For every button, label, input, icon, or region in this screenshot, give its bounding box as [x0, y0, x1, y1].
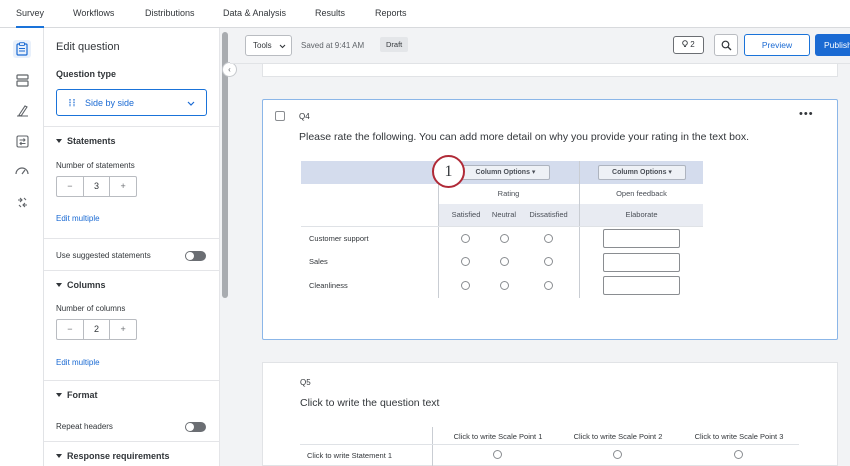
radio-sales-dissatisfied[interactable] — [544, 257, 553, 266]
question-type-value: Side by side — [85, 98, 135, 108]
statements-count[interactable]: 3 — [82, 177, 111, 196]
survey-icon[interactable] — [13, 40, 31, 58]
tools-dropdown[interactable]: Tools — [245, 35, 292, 56]
number-of-statements-label: Number of statements — [56, 161, 135, 170]
tab-reports[interactable]: Reports — [375, 0, 407, 28]
decrement-button[interactable]: − — [57, 177, 83, 196]
radio-statement-1-point-1[interactable] — [493, 450, 502, 459]
statements-stepper[interactable]: − 3 + — [56, 176, 137, 197]
response-requirements-heading[interactable]: Response requirements — [56, 451, 170, 461]
lightbulb-icon — [682, 40, 689, 47]
radio-cleanliness-satisfied[interactable] — [461, 281, 470, 290]
question-select-checkbox[interactable] — [275, 111, 285, 121]
statement-customer-support[interactable]: Customer support — [309, 234, 369, 243]
radio-cleanliness-dissatisfied[interactable] — [544, 281, 553, 290]
tab-workflows[interactable]: Workflows — [73, 0, 114, 28]
survey-flow-icon[interactable] — [13, 132, 31, 150]
edit-multiple-columns-link[interactable]: Edit multiple — [56, 358, 100, 367]
tab-distributions[interactable]: Distributions — [145, 0, 195, 28]
question-type-dropdown[interactable]: Side by side — [56, 89, 207, 116]
statement-cleanliness[interactable]: Cleanliness — [309, 281, 348, 290]
elaborate-input-customer-support[interactable] — [603, 229, 680, 248]
radio-statement-1-point-2[interactable] — [613, 450, 622, 459]
panel-title: Edit question — [56, 41, 120, 53]
choice-label-elaborate[interactable]: Elaborate — [580, 210, 703, 219]
repeat-headers-toggle[interactable] — [185, 422, 206, 432]
statement-sales[interactable]: Sales — [309, 257, 328, 266]
caret-down-icon — [56, 393, 62, 397]
repeat-headers-label: Repeat headers — [56, 422, 113, 431]
previous-question-card — [262, 64, 838, 77]
increment-button[interactable]: + — [110, 177, 136, 196]
caret-down-icon — [56, 454, 62, 458]
question-card-q5[interactable]: Q5 Click to write the question text Clic… — [262, 362, 838, 466]
save-status: Saved at 9:41 AM — [301, 41, 365, 50]
use-suggested-statements-label: Use suggested statements — [56, 251, 151, 260]
group-header-rating[interactable]: Rating — [438, 189, 579, 198]
radio-customer-support-neutral[interactable] — [500, 234, 509, 243]
use-suggested-toggle[interactable] — [185, 251, 206, 261]
question-id: Q4 — [299, 112, 310, 121]
scale-point-3[interactable]: Click to write Scale Point 3 — [679, 432, 799, 441]
radio-sales-satisfied[interactable] — [461, 257, 470, 266]
notifications-button[interactable]: 2 — [673, 36, 704, 54]
look-and-feel-icon[interactable] — [13, 101, 31, 119]
statements-heading[interactable]: Statements — [56, 136, 116, 146]
caret-down-icon — [56, 139, 62, 143]
chevron-down-icon — [279, 44, 286, 49]
scale-point-1[interactable]: Click to write Scale Point 1 — [438, 432, 558, 441]
decrement-button[interactable]: − — [57, 320, 83, 339]
column-options-button-2[interactable]: Column Options ▾ — [598, 165, 686, 180]
top-navigation: Survey Workflows Distributions Data & An… — [0, 0, 850, 28]
radio-cleanliness-neutral[interactable] — [500, 281, 509, 290]
editor-toolbar: Tools Saved at 9:41 AM Draft 2 Preview P… — [230, 28, 850, 64]
increment-button[interactable]: + — [110, 320, 136, 339]
tool-rail — [0, 28, 44, 466]
tab-survey[interactable]: Survey — [16, 0, 45, 28]
edit-multiple-statements-link[interactable]: Edit multiple — [56, 214, 100, 223]
tab-data-analysis[interactable]: Data & Analysis — [223, 0, 286, 28]
layout-icon[interactable] — [13, 71, 31, 89]
search-icon — [721, 40, 732, 51]
question-text[interactable]: Click to write the question text — [300, 397, 439, 409]
more-options-icon[interactable]: ••• — [799, 108, 814, 120]
caret-down-icon — [56, 283, 62, 287]
radio-customer-support-satisfied[interactable] — [461, 234, 470, 243]
elaborate-input-cleanliness[interactable] — [603, 276, 680, 295]
number-of-columns-label: Number of columns — [56, 304, 126, 313]
group-header-open-feedback[interactable]: Open feedback — [580, 189, 703, 198]
search-button[interactable] — [714, 34, 738, 56]
choice-label-satisfied[interactable]: Satisfied — [441, 210, 491, 219]
choice-label-neutral[interactable]: Neutral — [486, 210, 522, 219]
question-type-label: Question type — [56, 69, 117, 79]
question-id: Q5 — [300, 378, 311, 387]
edit-question-panel: Edit question Question type Side by side… — [44, 28, 219, 466]
tab-results[interactable]: Results — [315, 0, 345, 28]
choice-label-dissatisfied[interactable]: Dissatisfied — [521, 210, 576, 219]
preview-button[interactable]: Preview — [744, 34, 810, 56]
columns-stepper[interactable]: − 2 + — [56, 319, 137, 340]
columns-heading[interactable]: Columns — [56, 280, 106, 290]
collapse-panel-button[interactable]: ‹ — [222, 62, 237, 77]
chevron-down-icon — [187, 101, 195, 106]
columns-count[interactable]: 2 — [82, 320, 111, 339]
elaborate-input-sales[interactable] — [603, 253, 680, 272]
scale-point-2[interactable]: Click to write Scale Point 2 — [558, 432, 678, 441]
options-icon[interactable] — [13, 162, 31, 180]
step-callout-1: 1 — [432, 155, 465, 188]
format-heading[interactable]: Format — [56, 390, 98, 400]
radio-statement-1-point-3[interactable] — [734, 450, 743, 459]
side-by-side-icon — [69, 99, 75, 107]
status-badge: Draft — [380, 37, 409, 52]
publish-button[interactable]: Publish — [815, 34, 850, 56]
radio-customer-support-dissatisfied[interactable] — [544, 234, 553, 243]
column-options-button-1[interactable]: Column Options ▾ — [461, 165, 550, 180]
question-text[interactable]: Please rate the following. You can add m… — [299, 131, 749, 143]
statement-1[interactable]: Click to write Statement 1 — [307, 451, 392, 460]
tools-icon[interactable] — [13, 193, 31, 211]
radio-sales-neutral[interactable] — [500, 257, 509, 266]
